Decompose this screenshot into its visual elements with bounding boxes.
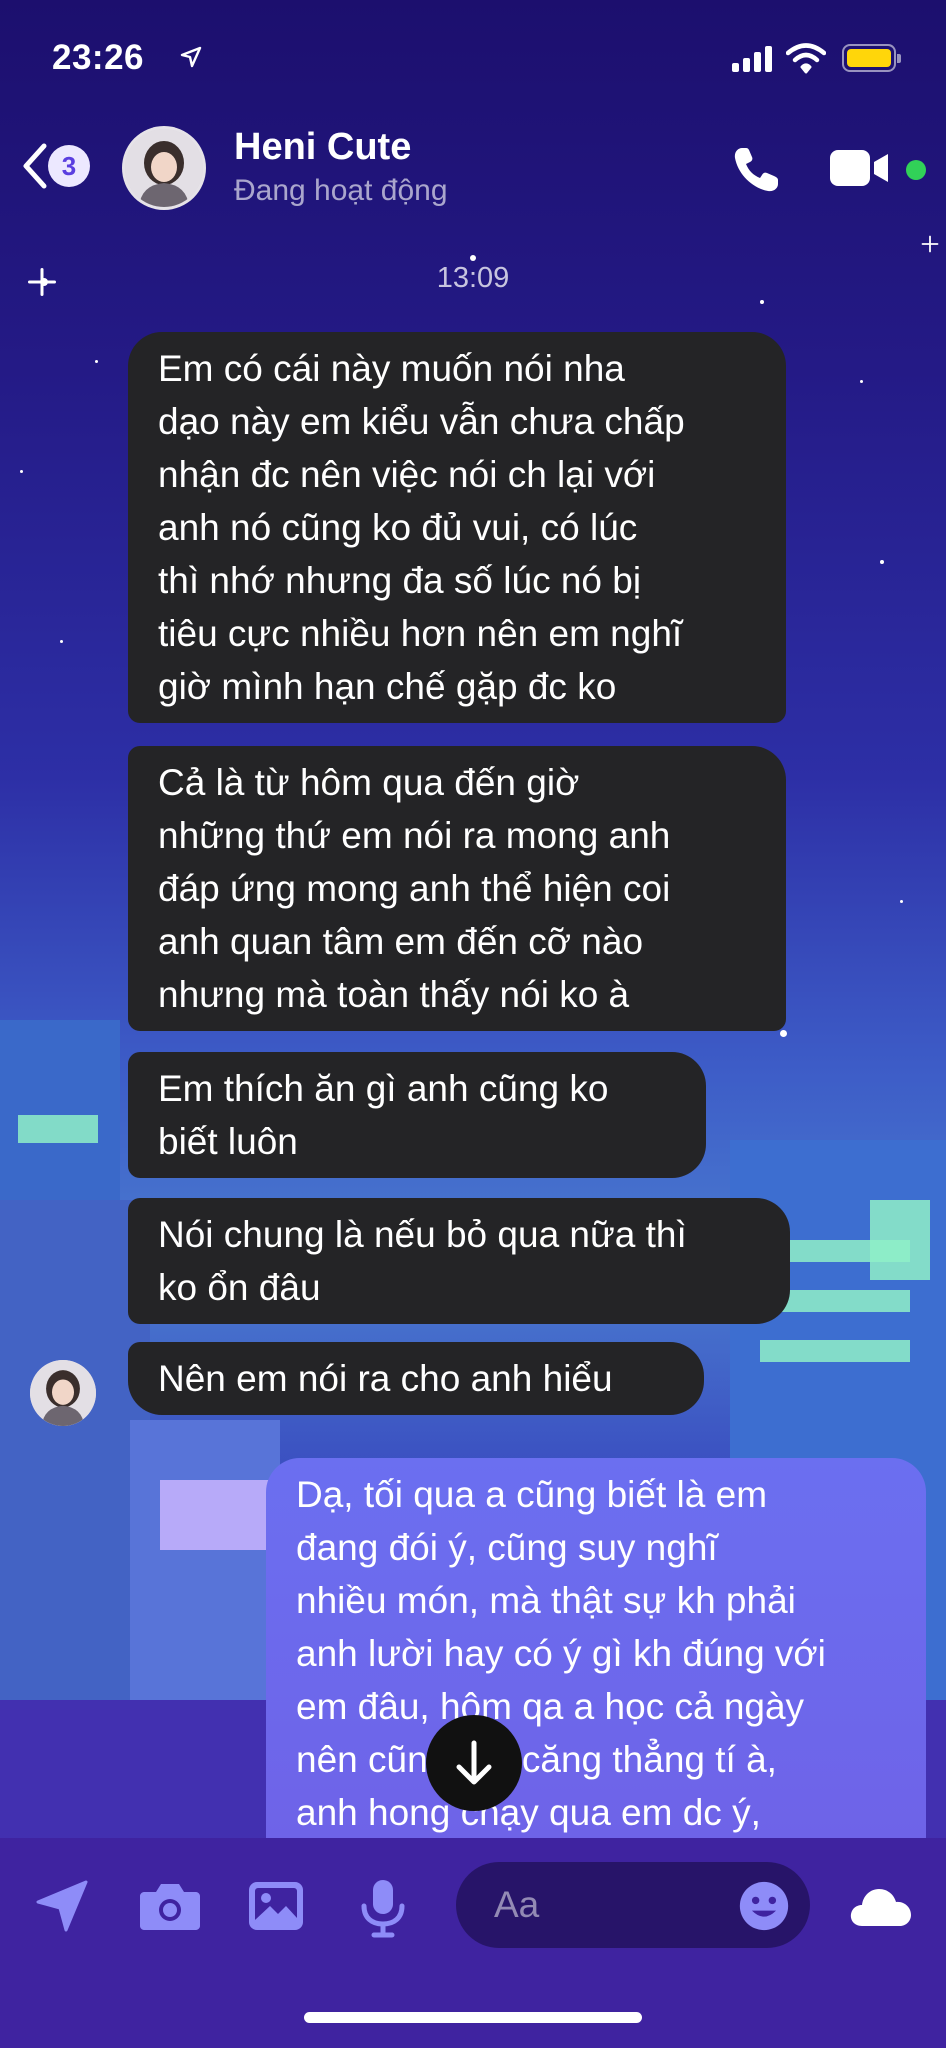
cellular-signal-icon xyxy=(732,44,772,72)
message-bubble-incoming[interactable]: Em thích ăn gì anh cũng ko biết luôn xyxy=(128,1052,706,1178)
battery-icon xyxy=(842,44,901,72)
online-indicator xyxy=(906,160,926,180)
phone-call-icon[interactable] xyxy=(728,142,784,198)
contact-name[interactable]: Heni Cute xyxy=(234,126,411,169)
message-input-placeholder: Aa xyxy=(494,1884,540,1925)
active-status: Đang hoạt động xyxy=(234,174,448,207)
message-timestamp: 13:09 xyxy=(436,262,510,294)
gallery-icon[interactable] xyxy=(246,1878,306,1934)
contact-avatar-small[interactable] xyxy=(30,1360,96,1426)
avatar-photo xyxy=(125,129,203,207)
send-location-icon[interactable] xyxy=(34,1878,90,1934)
avatar-photo xyxy=(30,1360,96,1426)
camera-icon[interactable] xyxy=(138,1878,202,1934)
conversation-header: 3 Heni Cute Đang hoạt động xyxy=(0,118,946,218)
message-bubble-incoming[interactable]: Nên em nói ra cho anh hiểu xyxy=(128,1342,704,1415)
cloud-quick-reaction-icon[interactable] xyxy=(848,1884,914,1930)
status-bar: 23:26 xyxy=(0,0,946,118)
scroll-to-bottom-button[interactable] xyxy=(426,1715,522,1811)
clock: 23:26 xyxy=(52,38,145,77)
contact-avatar[interactable] xyxy=(122,126,206,210)
location-arrow-icon xyxy=(180,46,202,68)
message-bubble-incoming[interactable]: Em có cái này muốn nói nha dạo này em ki… xyxy=(128,332,786,723)
back-button[interactable]: 3 xyxy=(20,142,90,190)
home-indicator xyxy=(304,2012,642,2023)
microphone-icon[interactable] xyxy=(358,1878,408,1938)
message-bubble-outgoing[interactable]: Dạ, tối qua a cũng biết là em đang đói ý… xyxy=(266,1458,926,1838)
message-bubble-incoming[interactable]: Cả là từ hôm qua đến giờ những thứ em nó… xyxy=(128,746,786,1031)
unread-count-badge: 3 xyxy=(48,145,90,187)
arrow-down-icon xyxy=(456,1740,492,1785)
emoji-icon[interactable] xyxy=(738,1880,790,1932)
wifi-icon xyxy=(786,43,826,74)
message-bubble-incoming[interactable]: Nói chung là nếu bỏ qua nữa thì ko ổn đâ… xyxy=(128,1198,790,1324)
chevron-left-icon xyxy=(23,143,47,189)
video-call-icon[interactable] xyxy=(828,146,892,190)
